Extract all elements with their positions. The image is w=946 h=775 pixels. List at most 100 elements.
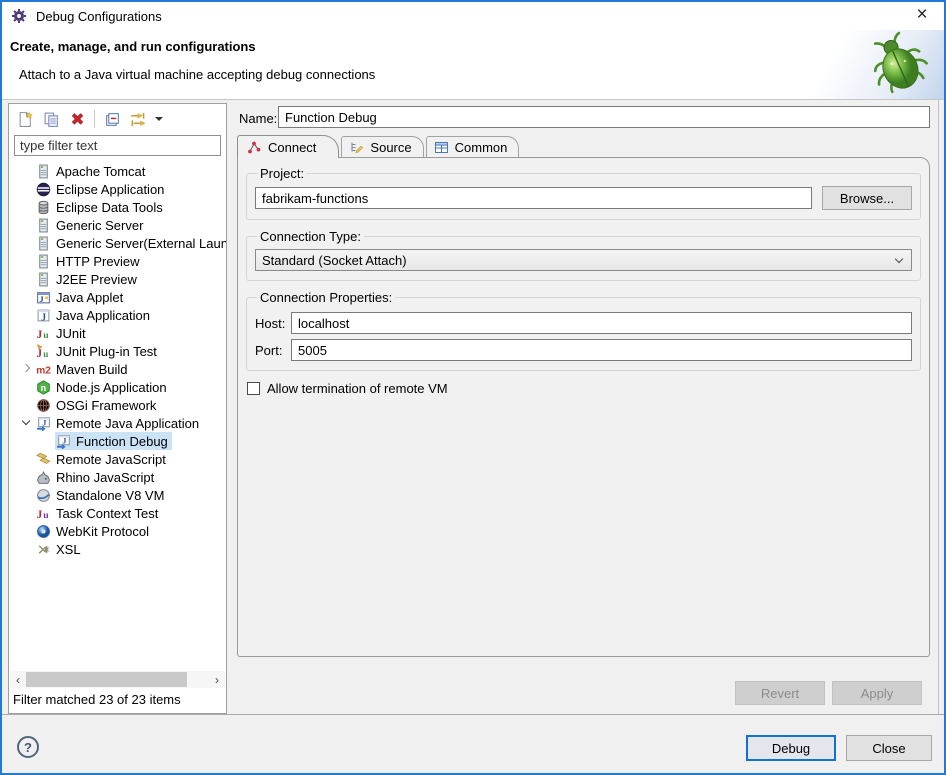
help-icon: ?: [24, 740, 32, 755]
tree-item-j2ee-preview[interactable]: J2EE Preview: [9, 270, 226, 288]
tree-item-label: JUnit Plug-in Test: [56, 344, 157, 359]
tree-item-xsl[interactable]: XSL: [9, 540, 226, 558]
connection-type-value: Standard (Socket Attach): [262, 253, 407, 268]
tree-item-label: Java Application: [56, 308, 150, 323]
tree-item-content: J2EE Preview: [35, 270, 141, 288]
junitplugin-icon: Ju: [36, 344, 51, 359]
tree-item-content: OSGi Framework: [35, 396, 160, 414]
tree-item-label: Node.js Application: [56, 380, 167, 395]
allow-termination-checkbox[interactable]: [247, 382, 260, 395]
tree-item-eclipse-application[interactable]: Eclipse Application: [9, 180, 226, 198]
tree-item-task-context-test[interactable]: JuTask Context Test: [9, 504, 226, 522]
project-group: Project: Browse...: [246, 166, 921, 220]
svg-text:J: J: [37, 327, 43, 340]
tree-item-junit-plug-in-test[interactable]: Ju JUnit Plug-in Test: [9, 342, 226, 360]
connection-properties-legend: Connection Properties:: [257, 290, 395, 305]
tree-item-label: Rhino JavaScript: [56, 470, 154, 485]
tree-item-apache-tomcat[interactable]: Apache Tomcat: [9, 162, 226, 180]
toolbar-separator: [94, 110, 95, 128]
tree-item-label: Eclipse Data Tools: [56, 200, 163, 215]
tree-item-http-preview[interactable]: HTTP Preview: [9, 252, 226, 270]
chevron-spacer: [17, 486, 35, 504]
expand-chevron-icon[interactable]: [17, 360, 35, 378]
chevron-spacer: [17, 270, 35, 288]
remotejava-icon: J: [36, 416, 51, 431]
tree-item-node-js-application[interactable]: nNode.js Application: [9, 378, 226, 396]
name-label: Name:: [239, 111, 277, 126]
chevron-spacer: [17, 324, 35, 342]
port-input[interactable]: [291, 339, 912, 361]
collapse-all-icon[interactable]: [101, 108, 123, 130]
menu-dropdown-icon[interactable]: [153, 108, 165, 130]
tree-item-remote-javascript[interactable]: Remote JavaScript: [9, 450, 226, 468]
tree-item-maven-build[interactable]: m2Maven Build: [9, 360, 226, 378]
tree-item-content: Rhino JavaScript: [35, 468, 158, 486]
browse-button[interactable]: Browse...: [822, 186, 912, 210]
tree-item-content: Remote JavaScript: [35, 450, 170, 468]
tree-item-webkit-protocol[interactable]: WebKit Protocol: [9, 522, 226, 540]
selected-tree-item: JFunction Debug: [55, 432, 172, 450]
port-label: Port:: [255, 343, 291, 358]
tree-item-osgi-framework[interactable]: OSGi Framework: [9, 396, 226, 414]
tree-item-generic-server-external-launch[interactable]: Generic Server(External Launch): [9, 234, 226, 252]
close-button[interactable]: Close: [846, 735, 932, 761]
xsl-icon: [36, 542, 51, 557]
scroll-right-arrow[interactable]: ›: [209, 671, 225, 688]
filter-configurations-icon[interactable]: [127, 108, 149, 130]
debug-button[interactable]: Debug: [746, 735, 836, 761]
tree-item-label: Generic Server: [56, 218, 143, 233]
scrollbar-thumb[interactable]: [26, 672, 187, 687]
tree-item-eclipse-data-tools[interactable]: Eclipse Data Tools: [9, 198, 226, 216]
chevron-spacer: [17, 252, 35, 270]
header-banner: Create, manage, and run configurations A…: [2, 30, 944, 100]
tree-item-junit[interactable]: Ju JUnit: [9, 324, 226, 342]
connection-type-dropdown[interactable]: Standard (Socket Attach): [255, 249, 912, 271]
tree-item-standalone-v8-vm[interactable]: Standalone V8 VM: [9, 486, 226, 504]
new-configuration-icon[interactable]: [14, 108, 36, 130]
tab-connect[interactable]: Connect: [237, 135, 339, 158]
tree-item-java-applet[interactable]: JJava Applet: [9, 288, 226, 306]
junit-icon: Ju: [36, 326, 51, 341]
tree-item-label: Task Context Test: [56, 506, 158, 521]
footer-separator: [2, 714, 944, 715]
host-input[interactable]: [291, 312, 912, 334]
tree-item-content: Eclipse Data Tools: [35, 198, 167, 216]
tree-item-generic-server[interactable]: Generic Server: [9, 216, 226, 234]
apply-button[interactable]: Apply: [832, 681, 922, 705]
tree-item-label: JUnit: [56, 326, 86, 341]
tree-item-label: Remote Java Application: [56, 416, 199, 431]
duplicate-configuration-icon[interactable]: [40, 108, 62, 130]
tab-source[interactable]: Source: [341, 136, 423, 158]
sidebar-toolbar: [9, 104, 226, 134]
project-legend: Project:: [257, 166, 307, 181]
tree-item-java-application[interactable]: JJava Application: [9, 306, 226, 324]
allow-termination-label: Allow termination of remote VM: [267, 381, 448, 396]
svg-text:J: J: [62, 436, 66, 445]
tree-item-label: Remote JavaScript: [56, 452, 166, 467]
tree-item-content: m2Maven Build: [35, 360, 132, 378]
filter-input[interactable]: [14, 135, 221, 156]
svg-text:J: J: [39, 294, 44, 304]
tab-connect-label: Connect: [268, 140, 316, 155]
scrollbar-track[interactable]: [26, 671, 209, 688]
revert-button[interactable]: Revert: [735, 681, 825, 705]
help-button[interactable]: ?: [17, 736, 39, 758]
project-input[interactable]: [255, 187, 812, 209]
tab-common[interactable]: Common: [426, 136, 520, 158]
tab-source-label: Source: [370, 140, 411, 155]
chevron-spacer: [17, 522, 35, 540]
svg-text:J: J: [37, 507, 43, 520]
collapse-chevron-icon[interactable]: [17, 414, 35, 432]
delete-configuration-icon[interactable]: [66, 108, 88, 130]
tree-item-function-debug[interactable]: JFunction Debug: [9, 432, 226, 450]
scroll-left-arrow[interactable]: ‹: [10, 671, 26, 688]
banner-subtitle: Attach to a Java virtual machine accepti…: [19, 67, 375, 82]
debug-button-label: Debug: [772, 741, 810, 756]
tree-item-remote-java-application[interactable]: J Remote Java Application: [9, 414, 226, 432]
connect-tab-content: Project: Browse... Connection Type: Stan…: [237, 157, 930, 657]
tree-item-rhino-javascript[interactable]: Rhino JavaScript: [9, 468, 226, 486]
name-input[interactable]: [278, 106, 930, 128]
close-window-button[interactable]: ×: [904, 2, 940, 28]
tree-item-content: XSL: [35, 540, 85, 558]
tree-item-content: Ju JUnit Plug-in Test: [35, 342, 161, 360]
